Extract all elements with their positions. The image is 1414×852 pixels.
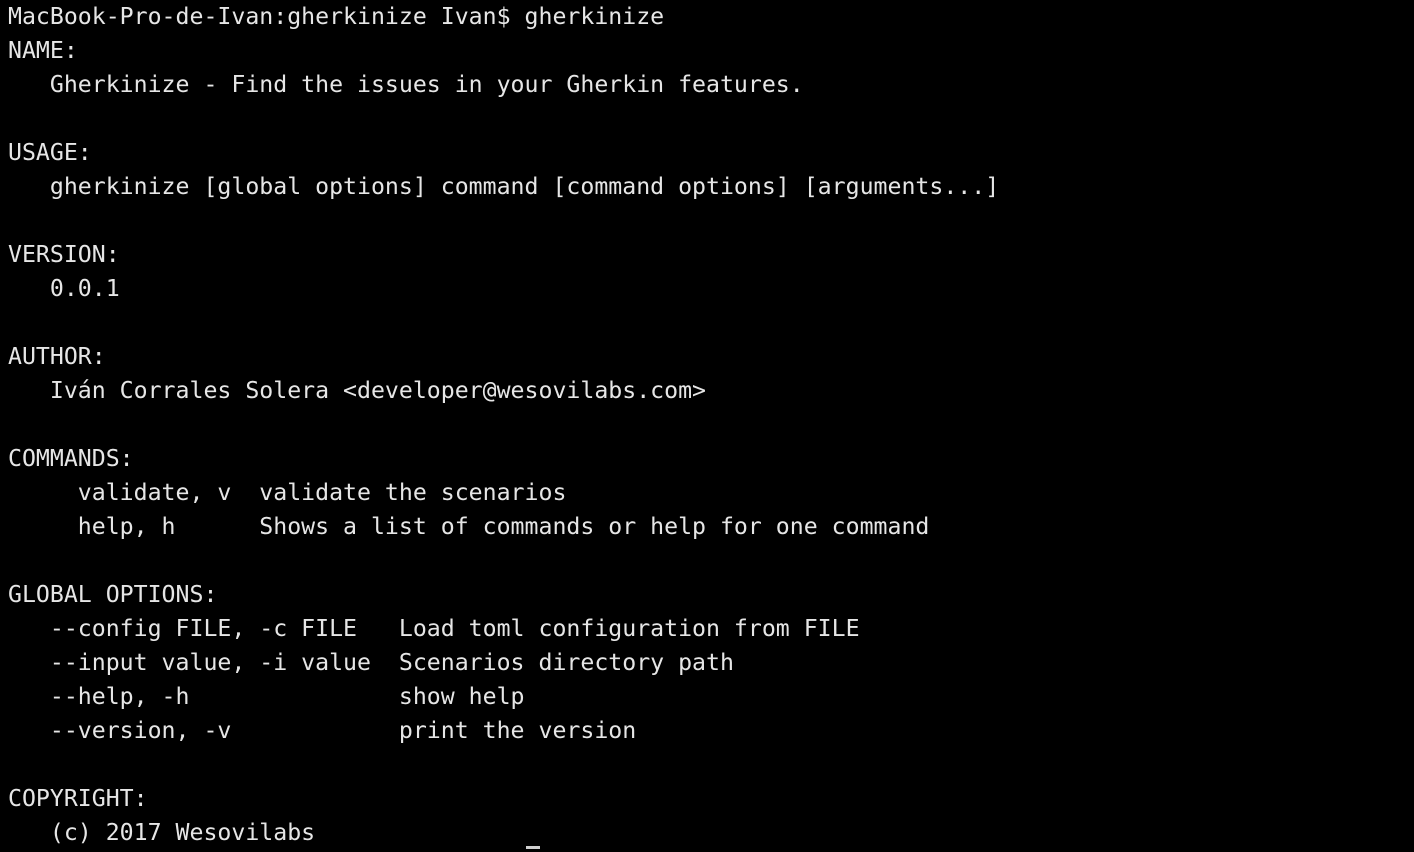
- output-line-copyright-header: COPYRIGHT:: [8, 785, 148, 812]
- output-line-blank: [8, 408, 1414, 442]
- output-line-blank: [8, 748, 1414, 782]
- output-line-name-header: NAME:: [8, 37, 78, 64]
- output-line-command-validate: validate, v validate the scenarios: [8, 479, 567, 506]
- output-line-version-header: VERSION:: [8, 241, 120, 268]
- output-line-command-help: help, h Shows a list of commands or help…: [8, 513, 930, 540]
- output-line-usage-header: USAGE:: [8, 139, 92, 166]
- output-line-option-help: --help, -h show help: [8, 683, 525, 710]
- output-line-blank: [8, 102, 1414, 136]
- output-line-blank: [8, 544, 1414, 578]
- command-prompt-line: MacBook-Pro-de-Ivan:gherkinize Ivan$ ghe…: [8, 3, 665, 30]
- output-line-usage-value: gherkinize [global options] command [com…: [8, 173, 1000, 200]
- output-line-option-version: --version, -v print the version: [8, 717, 637, 744]
- output-line-author-value: Iván Corrales Solera <developer@wesovila…: [8, 377, 707, 404]
- output-line-copyright-value: (c) 2017 Wesovilabs: [8, 819, 316, 846]
- output-line-author-header: AUTHOR:: [8, 343, 106, 370]
- output-line-version-value: 0.0.1: [8, 275, 120, 302]
- output-line-global-options-header: GLOBAL OPTIONS:: [8, 581, 218, 608]
- output-line-option-config: --config FILE, -c FILE Load toml configu…: [8, 615, 860, 642]
- output-line-option-input: --input value, -i value Scenarios direct…: [8, 649, 734, 676]
- output-line-blank: [8, 306, 1414, 340]
- output-line-commands-header: COMMANDS:: [8, 445, 134, 472]
- terminal-window[interactable]: MacBook-Pro-de-Ivan:gherkinize Ivan$ ghe…: [0, 0, 1414, 852]
- text-cursor: [526, 846, 540, 849]
- output-line-blank: [8, 204, 1414, 238]
- output-line-name-value: Gherkinize - Find the issues in your Ghe…: [8, 71, 804, 98]
